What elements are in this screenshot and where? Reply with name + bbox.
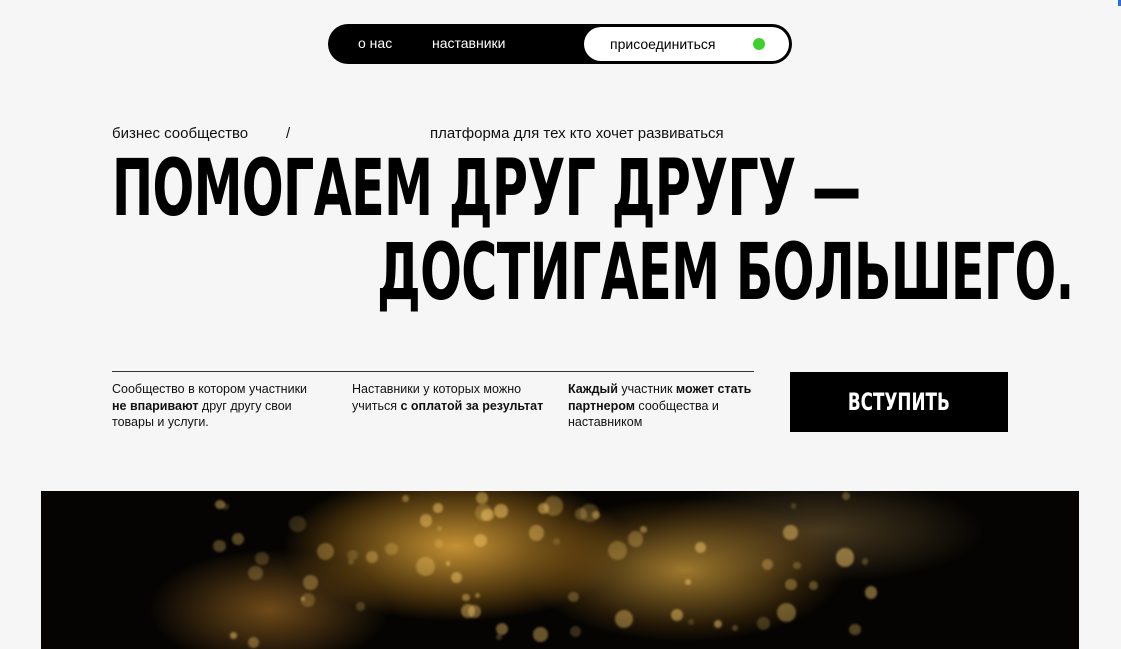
bokeh-particle bbox=[401, 495, 409, 503]
feature-highlight: с оплатой за результат bbox=[400, 398, 544, 413]
feature-highlight: не впаривают bbox=[112, 398, 199, 413]
nav-link-mentors[interactable]: наставники bbox=[432, 35, 506, 51]
feature-partner: Каждый участник может стать партнером со… bbox=[568, 381, 758, 431]
bokeh-particle bbox=[460, 603, 476, 619]
nav-link-about[interactable]: о нас bbox=[358, 35, 392, 51]
bokeh-particle bbox=[552, 538, 560, 546]
bokeh-particle bbox=[303, 575, 319, 590]
breadcrumb-separator: / bbox=[286, 125, 291, 142]
bokeh-particle bbox=[688, 618, 695, 625]
bokeh-particle bbox=[849, 623, 861, 636]
join-button[interactable]: ВСТУПИТЬ bbox=[790, 372, 1008, 432]
headline-line-1: ПОМОГАЕМ ДРУГ ДРУГУ — bbox=[112, 144, 861, 234]
bokeh-particle bbox=[445, 561, 451, 566]
feature-highlight: Каждый bbox=[568, 382, 618, 396]
nav-join-label: присоединиться bbox=[610, 36, 716, 52]
join-button-label: ВСТУПИТЬ bbox=[848, 388, 950, 416]
bokeh-particle bbox=[231, 532, 244, 545]
bokeh-particle bbox=[777, 603, 797, 622]
bokeh-particle bbox=[494, 504, 508, 518]
bokeh-particle bbox=[356, 602, 365, 611]
bokeh-particle bbox=[300, 592, 316, 608]
feature-mentors: Наставники у которых можно учиться с опл… bbox=[352, 381, 552, 414]
bokeh-particle bbox=[436, 525, 442, 531]
bokeh-particle bbox=[451, 571, 463, 584]
bokeh-particle bbox=[864, 586, 878, 599]
bokeh-particle bbox=[670, 609, 683, 622]
bokeh-particle bbox=[533, 626, 548, 642]
feature-community: Сообщество в котором участники не впарив… bbox=[112, 381, 332, 431]
bokeh-particle bbox=[215, 500, 225, 510]
bokeh-particle bbox=[570, 626, 582, 638]
bokeh-particle bbox=[476, 492, 489, 504]
bokeh-particle bbox=[614, 609, 634, 629]
bokeh-particle bbox=[591, 510, 601, 520]
online-status-dot-icon bbox=[753, 38, 765, 50]
bokeh-particle bbox=[809, 580, 818, 590]
bokeh-particle bbox=[640, 525, 648, 533]
bokeh-particle bbox=[474, 503, 492, 521]
bokeh-particle bbox=[627, 531, 644, 547]
bokeh-particle bbox=[474, 593, 480, 598]
breadcrumb-business-community: бизнес сообщество bbox=[112, 125, 249, 142]
bokeh-particle bbox=[247, 636, 259, 648]
bokeh-particle bbox=[757, 617, 770, 631]
bokeh-particle bbox=[567, 591, 579, 603]
bokeh-particle bbox=[288, 515, 306, 533]
bokeh-particle bbox=[528, 525, 545, 542]
feature-text: Сообщество в котором участники bbox=[112, 382, 308, 396]
bokeh-particle bbox=[762, 558, 774, 570]
bokeh-particle bbox=[791, 503, 797, 509]
top-nav: о нас наставники присоединиться bbox=[328, 24, 792, 64]
breadcrumb-platform: платформа для тех кто хочет развиваться bbox=[430, 125, 724, 142]
bokeh-particle bbox=[543, 496, 564, 516]
bokeh-particle bbox=[685, 579, 692, 586]
bokeh-particle bbox=[419, 514, 433, 527]
bokeh-particle bbox=[432, 502, 443, 513]
bokeh-particle bbox=[607, 541, 628, 561]
bokeh-particle bbox=[496, 623, 509, 636]
bokeh-particle bbox=[713, 619, 723, 629]
hero-bokeh-image bbox=[41, 491, 1079, 649]
bokeh-particle bbox=[842, 492, 851, 501]
bokeh-particle bbox=[793, 561, 802, 570]
bokeh-particle bbox=[783, 525, 798, 541]
bokeh-particle bbox=[861, 557, 869, 565]
bokeh-particle bbox=[434, 539, 444, 548]
bokeh-particle bbox=[230, 631, 238, 639]
bokeh-particle bbox=[731, 625, 738, 632]
bokeh-particle bbox=[473, 533, 488, 548]
bokeh-particle bbox=[248, 565, 263, 581]
bokeh-particle bbox=[384, 542, 398, 556]
bokeh-particle bbox=[212, 539, 226, 553]
bokeh-particle bbox=[415, 556, 436, 577]
nav-join-button[interactable]: присоединиться bbox=[584, 27, 789, 61]
bokeh-particle bbox=[785, 579, 797, 591]
divider bbox=[112, 371, 754, 372]
bokeh-particle bbox=[317, 542, 335, 560]
bokeh-particle bbox=[347, 549, 358, 560]
bokeh-particle bbox=[695, 541, 707, 553]
headline-line-2: ДОСТИГАЕМ БОЛЬШЕГО. bbox=[377, 228, 1074, 318]
bokeh-particle bbox=[836, 548, 855, 567]
bokeh-particle bbox=[365, 551, 378, 564]
bokeh-particle bbox=[496, 634, 503, 641]
bokeh-particle bbox=[462, 593, 470, 602]
feature-text: участник bbox=[617, 382, 676, 396]
bokeh-particle bbox=[254, 551, 269, 566]
